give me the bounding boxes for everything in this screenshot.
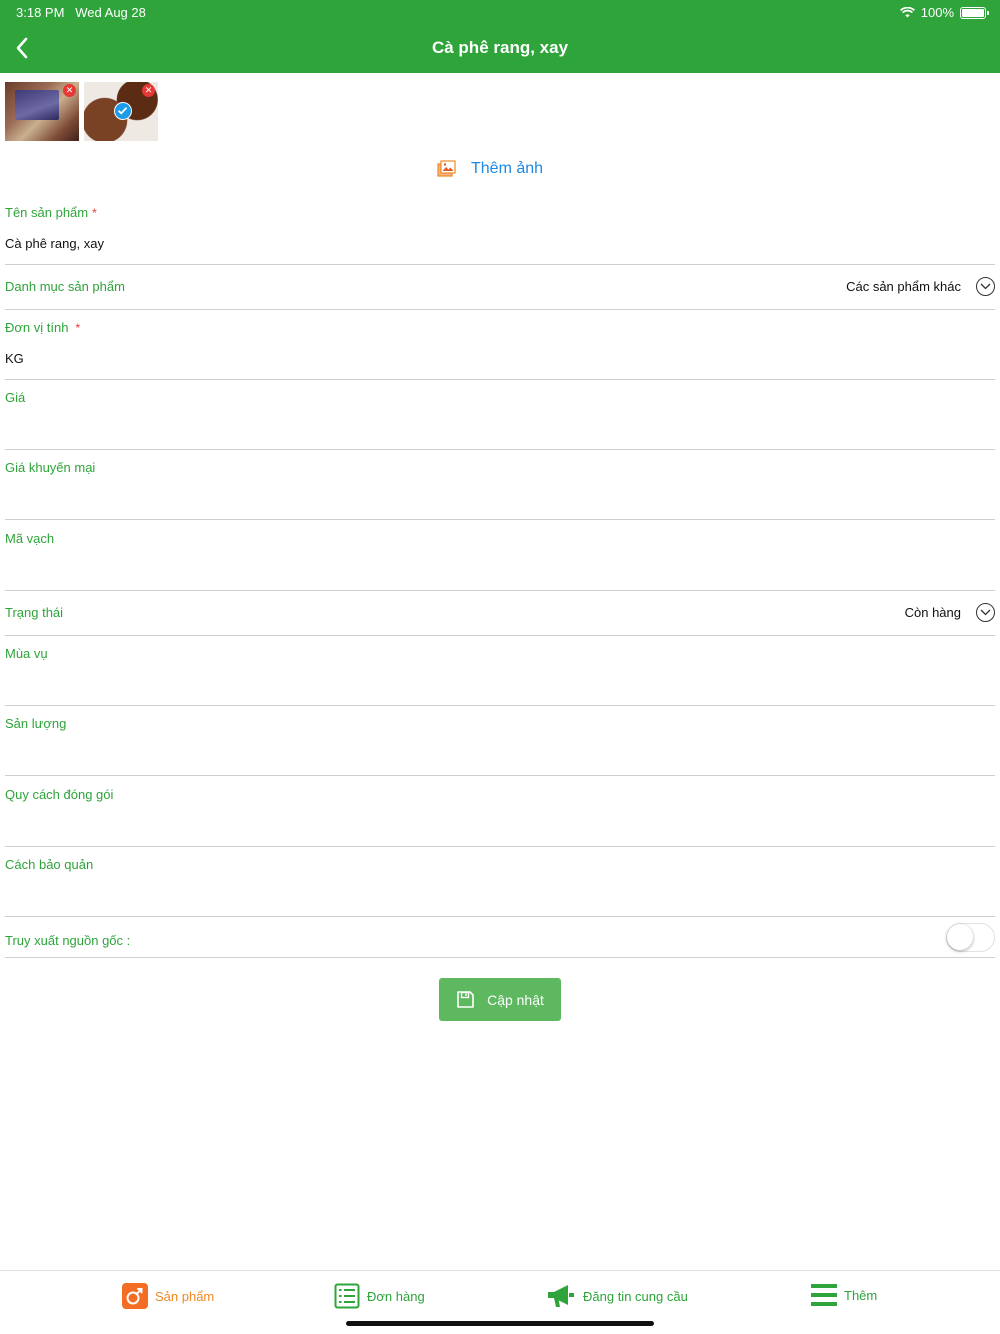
field-label: Quy cách đóng gói	[5, 787, 114, 802]
add-photo-label: Thêm ảnh	[471, 160, 544, 177]
update-button-label: Cập nhật	[487, 991, 544, 1008]
category-dropdown[interactable]: Danh mục sản phẩm Các sản phẩm khác	[5, 265, 995, 310]
chevron-down-icon[interactable]	[976, 277, 995, 296]
photo-thumbnail[interactable]: ✕	[5, 82, 79, 141]
category-value: Các sản phẩm khác	[846, 279, 961, 294]
photo-thumbnails: ✕ ✕	[5, 82, 158, 141]
toggle-knob	[947, 924, 973, 950]
tab-label: Đăng tin cung cầu	[583, 1288, 688, 1304]
megaphone-icon	[548, 1285, 574, 1307]
battery-icon	[960, 6, 989, 19]
barcode-field[interactable]: Mã vạch	[5, 520, 995, 591]
tab-supply-demand[interactable]: Đăng tin cung cầu	[546, 1283, 688, 1309]
remove-photo-icon[interactable]: ✕	[63, 84, 76, 97]
photo-image	[15, 90, 59, 120]
storage-field[interactable]: Cách bảo quản	[5, 847, 995, 917]
field-label: Cách bảo quản	[5, 857, 94, 872]
selected-check-icon	[114, 102, 132, 120]
remove-photo-icon[interactable]: ✕	[142, 84, 155, 97]
tab-orders[interactable]: Đơn hàng	[334, 1283, 425, 1309]
tab-label: Sản phẩm	[155, 1288, 215, 1304]
tab-label: Thêm	[844, 1287, 878, 1303]
add-photo-button[interactable]: Thêm ảnh	[437, 160, 543, 178]
app-header: 3:18 PM Wed Aug 28 100% Cà phê rang, xay	[0, 0, 1000, 73]
product-name-value[interactable]: Cà phê rang, xay	[5, 236, 104, 251]
tab-products[interactable]: Sản phẩm	[122, 1283, 214, 1309]
field-label: Giá	[5, 390, 26, 405]
status-time: 3:18 PM Wed Aug 28	[16, 5, 146, 20]
wifi-icon	[899, 7, 915, 18]
season-field[interactable]: Mùa vụ	[5, 636, 995, 706]
page-title: Cà phê rang, xay	[431, 38, 569, 57]
product-icon	[122, 1283, 148, 1309]
field-label: Sản lượng	[5, 716, 67, 731]
field-label: Đơn vị tính *	[5, 320, 81, 335]
photo-thumbnail[interactable]: ✕	[84, 82, 158, 141]
unit-value[interactable]: KG	[5, 351, 24, 366]
unit-field[interactable]: Đơn vị tính * KG	[5, 310, 995, 380]
field-label: Mã vạch	[5, 531, 55, 546]
field-label: Danh mục sản phẩm	[5, 279, 125, 294]
traceability-toggle[interactable]	[946, 923, 995, 952]
status-dropdown[interactable]: Trạng thái Còn hàng	[5, 591, 995, 636]
add-image-icon	[437, 160, 456, 177]
field-label: Truy xuất nguồn gốc :	[5, 933, 131, 948]
chevron-down-icon[interactable]	[976, 603, 995, 622]
required-marker: *	[75, 321, 81, 335]
product-name-field[interactable]: Tên sản phẩm * Cà phê rang, xay	[5, 200, 995, 265]
price-field[interactable]: Giá	[5, 380, 995, 450]
battery-percent: 100%	[920, 5, 954, 20]
home-indicator	[346, 1321, 654, 1326]
tab-label: Đơn hàng	[367, 1288, 425, 1304]
update-button[interactable]: Cập nhật	[439, 978, 561, 1021]
status-indicators: 100%	[899, 5, 989, 20]
traceability-row: Truy xuất nguồn gốc :	[5, 917, 995, 958]
field-label: Mùa vụ	[5, 646, 48, 661]
yield-field[interactable]: Sản lượng	[5, 706, 995, 776]
promo-price-field[interactable]: Giá khuyến mại	[5, 450, 995, 520]
required-marker: *	[92, 206, 97, 220]
save-icon	[457, 991, 474, 1008]
field-label: Giá khuyến mại	[5, 460, 96, 475]
packaging-field[interactable]: Quy cách đóng gói	[5, 776, 995, 847]
order-list-icon	[334, 1283, 360, 1309]
field-label: Tên sản phẩm *	[5, 205, 97, 220]
tab-more[interactable]: Thêm	[811, 1283, 877, 1307]
field-label: Trạng thái	[5, 605, 64, 620]
status-value: Còn hàng	[904, 605, 961, 620]
menu-icon	[811, 1284, 837, 1306]
